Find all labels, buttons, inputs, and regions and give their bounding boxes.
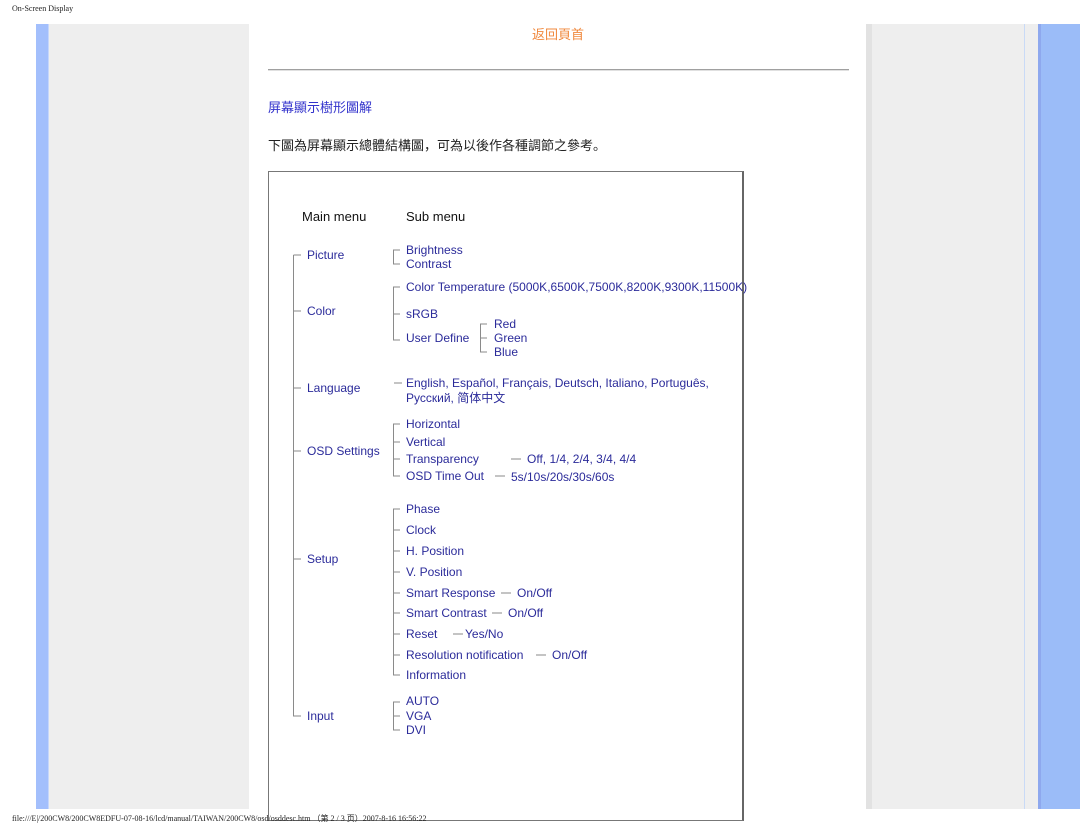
menu-osd-settings: OSD Settings xyxy=(307,444,380,458)
submenu-information: Information xyxy=(406,668,467,682)
submenu-resolution-notification: Resolution notification xyxy=(406,648,524,662)
reset-values: Yes/No xyxy=(465,627,504,641)
bracket-setup xyxy=(393,508,400,676)
submenu-smart-contrast: Smart Contrast xyxy=(406,606,487,620)
right-sidebar xyxy=(866,24,1038,809)
submenu-red: Red xyxy=(494,317,517,331)
submenu-h-position: H. Position xyxy=(406,544,465,558)
bracket-osd xyxy=(393,423,400,477)
right-sidebar-divider xyxy=(1024,24,1025,809)
bracket-input xyxy=(393,701,400,731)
menu-picture: Picture xyxy=(307,248,345,262)
menu-input: Input xyxy=(307,709,334,723)
submenu-brightness: Brightness xyxy=(406,243,463,257)
submenu-languages-line2: Русский, 简体中文 xyxy=(406,391,506,405)
transparency-values: Off, 1/4, 2/4, 3/4, 4/4 xyxy=(527,452,637,466)
submenu-auto: AUTO xyxy=(406,694,440,708)
timeout-values: 5s/10s/20s/30s/60s xyxy=(511,470,615,484)
submenu-user-define: User Define xyxy=(406,331,470,345)
submenu-color-temperature: Color Temperature (5000K,6500K,7500K,820… xyxy=(406,280,748,294)
submenu-vga: VGA xyxy=(406,709,432,723)
bracket-color xyxy=(393,286,400,341)
submenu-reset: Reset xyxy=(406,627,438,641)
right-sidebar-stripe xyxy=(1038,24,1080,809)
smart-response-values: On/Off xyxy=(517,586,553,600)
page-header-title: On-Screen Display xyxy=(12,4,74,13)
section-title: 屏幕顯示樹形圖解 xyxy=(268,101,373,116)
back-to-top-link[interactable]: 返回頁首 xyxy=(532,28,584,43)
submenu-srgb: sRGB xyxy=(406,307,439,321)
smart-contrast-values: On/Off xyxy=(508,606,544,620)
submenu-horizontal: Horizontal xyxy=(406,417,461,431)
main-trunk-line xyxy=(293,255,301,717)
osd-tree-diagram: Main menu Sub menu Picture Brightness Co… xyxy=(268,171,748,821)
main-menu-heading: Main menu xyxy=(302,209,367,224)
sub-menu-heading: Sub menu xyxy=(406,209,466,224)
tree-connector-lines xyxy=(293,249,546,731)
submenu-green: Green xyxy=(494,331,528,345)
back-to-top-container: 返回頁首 xyxy=(0,24,1080,43)
menu-language: Language xyxy=(307,381,361,395)
submenu-osd-timeout: OSD Time Out xyxy=(406,469,485,483)
submenu-blue: Blue xyxy=(494,345,519,359)
bracket-picture xyxy=(393,249,400,265)
menu-color: Color xyxy=(307,304,336,318)
left-sidebar-stripe xyxy=(36,24,49,809)
menu-setup: Setup xyxy=(307,552,339,566)
intro-text: 下圖為屏幕顯示總體結構圖，可為以後作各種調節之參考。 xyxy=(268,139,607,154)
left-sidebar xyxy=(36,24,249,809)
submenu-phase: Phase xyxy=(406,502,441,516)
page-footer-path: file:///E|/200CW8/200CW8EDFU-07-08-16/lc… xyxy=(12,814,427,823)
submenu-smart-response: Smart Response xyxy=(406,586,496,600)
submenu-transparency: Transparency xyxy=(406,452,479,466)
horizontal-divider xyxy=(268,69,849,71)
submenu-vertical: Vertical xyxy=(406,435,446,449)
resolution-notification-values: On/Off xyxy=(552,648,588,662)
submenu-languages-line1: English, Español, Français, Deutsch, Ita… xyxy=(406,376,709,390)
bracket-user-define xyxy=(480,323,487,353)
submenu-v-position: V. Position xyxy=(406,565,463,579)
submenu-contrast: Contrast xyxy=(406,257,452,271)
submenu-clock: Clock xyxy=(406,523,437,537)
submenu-dvi: DVI xyxy=(406,723,427,737)
